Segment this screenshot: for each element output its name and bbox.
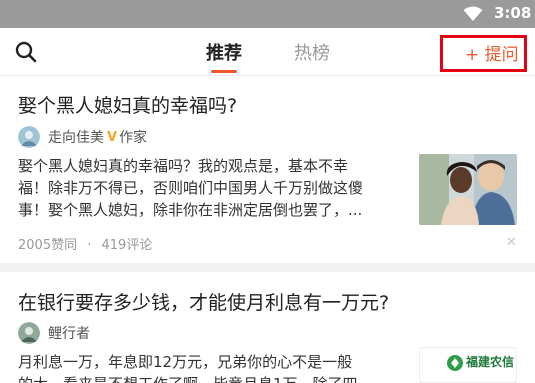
excerpt-line: 娶个黑人媳妇真的幸福吗？我的观点是，基本不幸 <box>18 157 349 175</box>
answer-excerpt[interactable]: 娶个黑人媳妇真的幸福吗？我的观点是，基本不幸 福！除非万不得已，否则咱们中国男人… <box>18 155 400 221</box>
excerpt-line: 事！娶个黑人媳妇，除非你在非洲定居倒也罢了，... <box>18 201 363 219</box>
annotation-highlight-box <box>440 35 527 72</box>
search-icon[interactable] <box>14 40 38 64</box>
tab-recommend[interactable]: 推荐 <box>206 39 242 65</box>
author-role: 作家 <box>119 130 148 146</box>
author-name[interactable]: 鲤行者 <box>48 323 90 343</box>
upvote-count: 2005赞同 <box>18 238 78 253</box>
status-bar: 3:08 <box>0 0 535 28</box>
answer-stats: 2005赞同 · 419评论 <box>18 234 152 253</box>
couple-photo-thumbnail[interactable] <box>419 154 517 225</box>
bank-logo-icon <box>447 355 463 371</box>
avatar[interactable] <box>18 126 40 148</box>
author-name[interactable]: 走向佳美 <box>48 127 104 147</box>
active-tab-indicator <box>211 70 237 73</box>
comment-count: 419评论 <box>101 238 153 253</box>
excerpt-line: 福！除非万不得已，否则咱们中国男人千万别做这傻 <box>18 179 364 197</box>
question-title[interactable]: 在银行要存多少钱，才能使月利息有一万元? <box>18 288 389 315</box>
avatar[interactable] <box>18 322 40 344</box>
answer-excerpt[interactable]: 月利息一万，年息即12万元，兄弟你的心不是一般 的大，看来是不想工作了啊，毕竟月… <box>18 351 400 383</box>
feed-card[interactable]: 在银行要存多少钱，才能使月利息有一万元? 鲤行者 月利息一万，年息即12万元，兄… <box>0 272 535 383</box>
tab-hot-list[interactable]: 热榜 <box>294 39 330 65</box>
excerpt-line: 的大，看来是不想工作了啊，毕竟月息1万，除了四 <box>18 373 400 383</box>
wifi-icon <box>463 6 483 21</box>
bank-logo-thumbnail[interactable]: 福建农信 <box>419 347 517 383</box>
question-title[interactable]: 娶个黑人媳妇真的幸福吗? <box>18 91 237 118</box>
excerpt-line: 月利息一万，年息即12万元，兄弟你的心不是一般 <box>18 353 353 371</box>
status-time: 3:08 <box>494 4 532 22</box>
close-icon[interactable]: ✕ <box>506 235 517 250</box>
author-row[interactable]: 走向佳美 V 作家 <box>18 126 147 148</box>
feed-card[interactable]: 娶个黑人媳妇真的幸福吗? 走向佳美 V 作家 娶个黑人媳妇真的幸福吗？我的观点是… <box>0 77 535 263</box>
feed-divider <box>0 263 535 272</box>
meta-separator: · <box>87 238 92 253</box>
verified-badge-icon: V <box>107 129 118 145</box>
bank-logo-text: 福建农信 <box>466 355 515 369</box>
author-row[interactable]: 鲤行者 <box>18 322 90 344</box>
